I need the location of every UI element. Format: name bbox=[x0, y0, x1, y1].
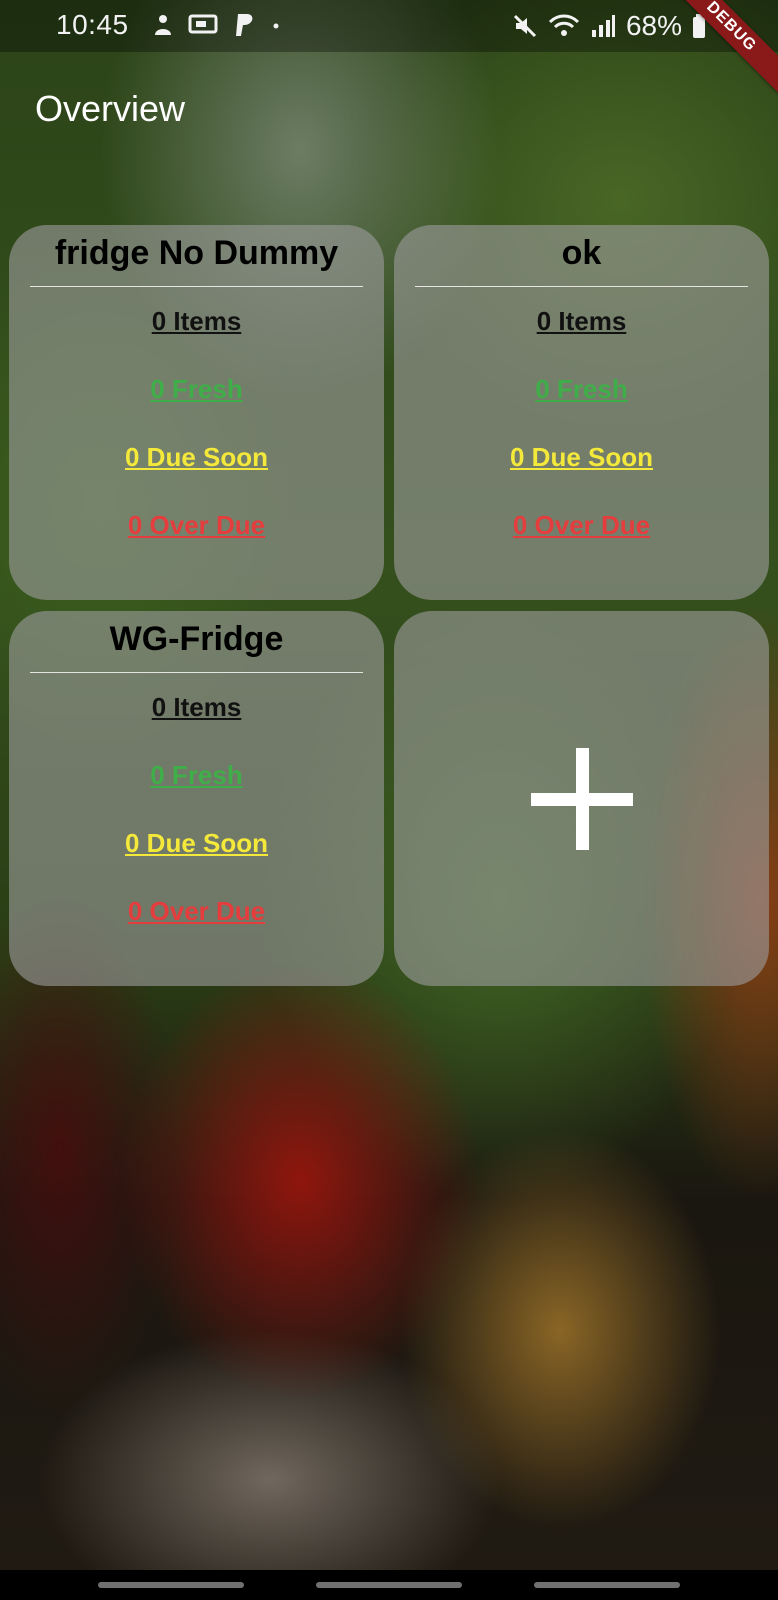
status-icons-left bbox=[152, 12, 282, 38]
dot-icon bbox=[273, 23, 279, 29]
notification-icon bbox=[155, 15, 171, 35]
over-due-count-link[interactable]: 0 Over Due bbox=[9, 877, 384, 945]
paypal-icon bbox=[236, 14, 253, 36]
fridge-card-ok[interactable]: ok 0 Items 0 Fresh 0 Due Soon 0 Over Due bbox=[394, 225, 769, 600]
page-title: Overview bbox=[35, 88, 186, 129]
battery-percent: 68% bbox=[625, 10, 682, 41]
signal-icon bbox=[591, 15, 615, 37]
wifi-icon bbox=[548, 14, 580, 36]
navigation-bar bbox=[0, 1570, 778, 1600]
items-count-link[interactable]: 0 Items bbox=[9, 287, 384, 355]
due-soon-count-link[interactable]: 0 Due Soon bbox=[9, 809, 384, 877]
due-soon-count-link[interactable]: 0 Due Soon bbox=[394, 423, 769, 491]
status-icons-right: 68% bbox=[512, 10, 706, 42]
status-bar: 10:45 68% bbox=[0, 0, 778, 52]
fridge-card-title: fridge No Dummy bbox=[54, 234, 339, 272]
status-time: 10:45 bbox=[56, 9, 129, 40]
items-count-link[interactable]: 0 Items bbox=[394, 287, 769, 355]
fridge-card-title: WG-Fridge bbox=[109, 620, 284, 658]
fresh-count-link[interactable]: 0 Fresh bbox=[9, 355, 384, 423]
over-due-count-link[interactable]: 0 Over Due bbox=[9, 491, 384, 559]
add-fridge-button[interactable] bbox=[394, 611, 769, 986]
nav-recents-button[interactable] bbox=[98, 1582, 244, 1588]
over-due-count-link[interactable]: 0 Over Due bbox=[394, 491, 769, 559]
due-soon-count-link[interactable]: 0 Due Soon bbox=[9, 423, 384, 491]
fridge-card-title: ok bbox=[561, 234, 602, 272]
items-count-link[interactable]: 0 Items bbox=[9, 673, 384, 741]
fridge-card-fridge-no-dummy[interactable]: fridge No Dummy 0 Items 0 Fresh 0 Due So… bbox=[9, 225, 384, 600]
fridge-card-wg-fridge[interactable]: WG-Fridge 0 Items 0 Fresh 0 Due Soon 0 O… bbox=[9, 611, 384, 986]
nav-back-button[interactable] bbox=[534, 1582, 680, 1588]
cast-icon bbox=[188, 14, 218, 34]
nav-home-button[interactable] bbox=[316, 1582, 462, 1588]
plus-icon bbox=[530, 747, 633, 850]
fresh-count-link[interactable]: 0 Fresh bbox=[9, 741, 384, 809]
fresh-count-link[interactable]: 0 Fresh bbox=[394, 355, 769, 423]
mute-icon bbox=[513, 14, 537, 38]
